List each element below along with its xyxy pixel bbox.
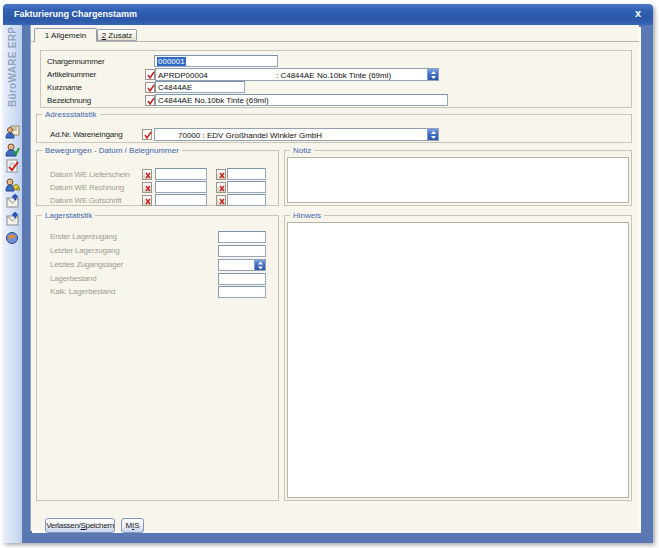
user-check-icon[interactable] <box>5 142 20 157</box>
window-body: BüroWARE ERP 1 <box>3 25 653 543</box>
lagerbestand-label: Lagerbestand <box>50 274 97 283</box>
zugangslager-dropdown-icon[interactable] <box>254 260 265 270</box>
app-window: Fakturierung Chargenstamm x BüroWARE ERP <box>3 4 653 543</box>
clear-beleg-button[interactable] <box>216 182 226 193</box>
adnr-check-icon[interactable] <box>142 129 152 140</box>
sidebar: BüroWARE ERP <box>3 25 22 543</box>
datum-we-rechnung-label: Datum WE Rechnung <box>50 183 124 192</box>
note-check-icon[interactable] <box>5 159 20 174</box>
bezeichnung-check-icon[interactable] <box>145 95 155 106</box>
adressstatistik-groupbox: Adressstatistik Ad.Nr. Wareneingang 7000… <box>36 114 632 143</box>
datum-we-rechnung-beleg-input[interactable] <box>227 181 266 193</box>
general-groupbox: Chargennummer 000001 Artikelnummer APRDP… <box>40 50 632 108</box>
letztes-zugangslager-label: Letztes Zugangslager <box>50 260 123 269</box>
notiz-groupbox: Notiz <box>284 150 632 206</box>
mis-button[interactable]: MIS <box>121 518 144 533</box>
bezeichnung-label: Bezeichnung <box>47 96 91 105</box>
hinweis-textarea[interactable] <box>287 222 629 498</box>
kurzname-check-icon[interactable] <box>145 82 155 93</box>
adressstatistik-legend: Adressstatistik <box>42 110 100 120</box>
globe-icon[interactable] <box>5 230 20 245</box>
datum-we-gutschrift-label: Datum WE Gutschrift <box>50 196 121 205</box>
letzter-lagerzugang-input[interactable] <box>218 245 266 257</box>
datum-we-gutschrift-beleg-input[interactable] <box>227 194 266 206</box>
user-note-icon[interactable] <box>5 124 20 139</box>
datum-we-rechnung-date-input[interactable] <box>155 181 207 193</box>
kalk-lagerbestand-label: Kalk. Lagerbestand <box>50 287 115 296</box>
mail-send-icon[interactable] <box>5 194 20 209</box>
artikelnummer-desc: : C4844AE No.10bk Tinte (69ml) <box>276 71 391 80</box>
letztes-zugangslager-combo[interactable] <box>218 259 266 271</box>
tab-allgemein[interactable]: 1 Allgemein <box>34 28 97 42</box>
adnr-wareneingang-combo[interactable]: 70000 : EDV Großhandel Winkler GmbH <box>154 128 439 141</box>
chargennummer-input[interactable]: 000001 <box>154 55 278 67</box>
clear-beleg-button[interactable] <box>216 169 226 180</box>
sidebar-brand: BüroWARE ERP <box>7 29 19 107</box>
clear-date-button[interactable] <box>142 169 152 180</box>
lagerstatistik-legend: Lagerstatistik <box>42 211 95 221</box>
lagerstatistik-groupbox: Lagerstatistik Erster Lagerzugang Letzte… <box>36 215 279 501</box>
kurzname-label: Kurzname <box>47 83 82 92</box>
notiz-legend: Notiz <box>290 146 314 156</box>
clear-date-button[interactable] <box>142 182 152 193</box>
bewegungen-groupbox: Bewegungen - Datum / Belegnummer Datum W… <box>36 150 279 206</box>
verlassen-speichern-button[interactable]: Verlassen/Speichern <box>45 518 115 533</box>
kalk-lagerbestand-input[interactable] <box>218 286 266 298</box>
content-pane: 1 Allgemein 2 Zusatz Chargennummer 00000… <box>30 25 639 531</box>
hinweis-groupbox: Hinweis <box>284 215 632 501</box>
window-title: Fakturierung Chargenstamm <box>14 9 137 19</box>
tab-strip <box>31 41 639 42</box>
close-icon[interactable]: x <box>631 7 645 19</box>
clear-beleg-button[interactable] <box>216 195 226 206</box>
notiz-textarea[interactable] <box>287 157 629 203</box>
bewegungen-legend: Bewegungen - Datum / Belegnummer <box>42 146 182 156</box>
artikelnummer-dropdown-icon[interactable] <box>427 69 438 80</box>
letzter-lagerzugang-label: Letzter Lagerzugang <box>50 246 120 255</box>
user-key-icon[interactable] <box>5 177 20 192</box>
mail-send-icon[interactable] <box>5 212 20 227</box>
bezeichnung-input[interactable]: C4844AE No.10bk Tinte (69ml) <box>155 94 448 106</box>
adnr-dropdown-icon[interactable] <box>427 129 438 140</box>
lagerbestand-input[interactable] <box>218 273 266 285</box>
erster-lagerzugang-input[interactable] <box>218 231 266 243</box>
title-bar: Fakturierung Chargenstamm x <box>3 4 653 25</box>
clear-date-button[interactable] <box>142 195 152 206</box>
datum-we-lieferschein-beleg-input[interactable] <box>227 168 266 180</box>
artikelnummer-combo[interactable]: APRDP00004 : C4844AE No.10bk Tinte (69ml… <box>155 68 439 81</box>
artikelnummer-check-icon[interactable] <box>145 69 155 80</box>
adnr-wareneingang-label: Ad.Nr. Wareneingang <box>50 130 122 139</box>
datum-we-lieferschein-label: Datum WE Lieferschein <box>50 170 130 179</box>
hinweis-legend: Hinweis <box>290 211 324 221</box>
tab-zusatz[interactable]: 2 Zusatz <box>97 29 137 41</box>
artikelnummer-label: Artikelnummer <box>47 70 96 79</box>
datum-we-gutschrift-date-input[interactable] <box>155 194 207 206</box>
chargennummer-label: Chargennummer <box>47 57 104 66</box>
datum-we-lieferschein-date-input[interactable] <box>155 168 207 180</box>
erster-lagerzugang-label: Erster Lagerzugang <box>50 232 117 241</box>
kurzname-input[interactable]: C4844AE <box>155 81 245 93</box>
